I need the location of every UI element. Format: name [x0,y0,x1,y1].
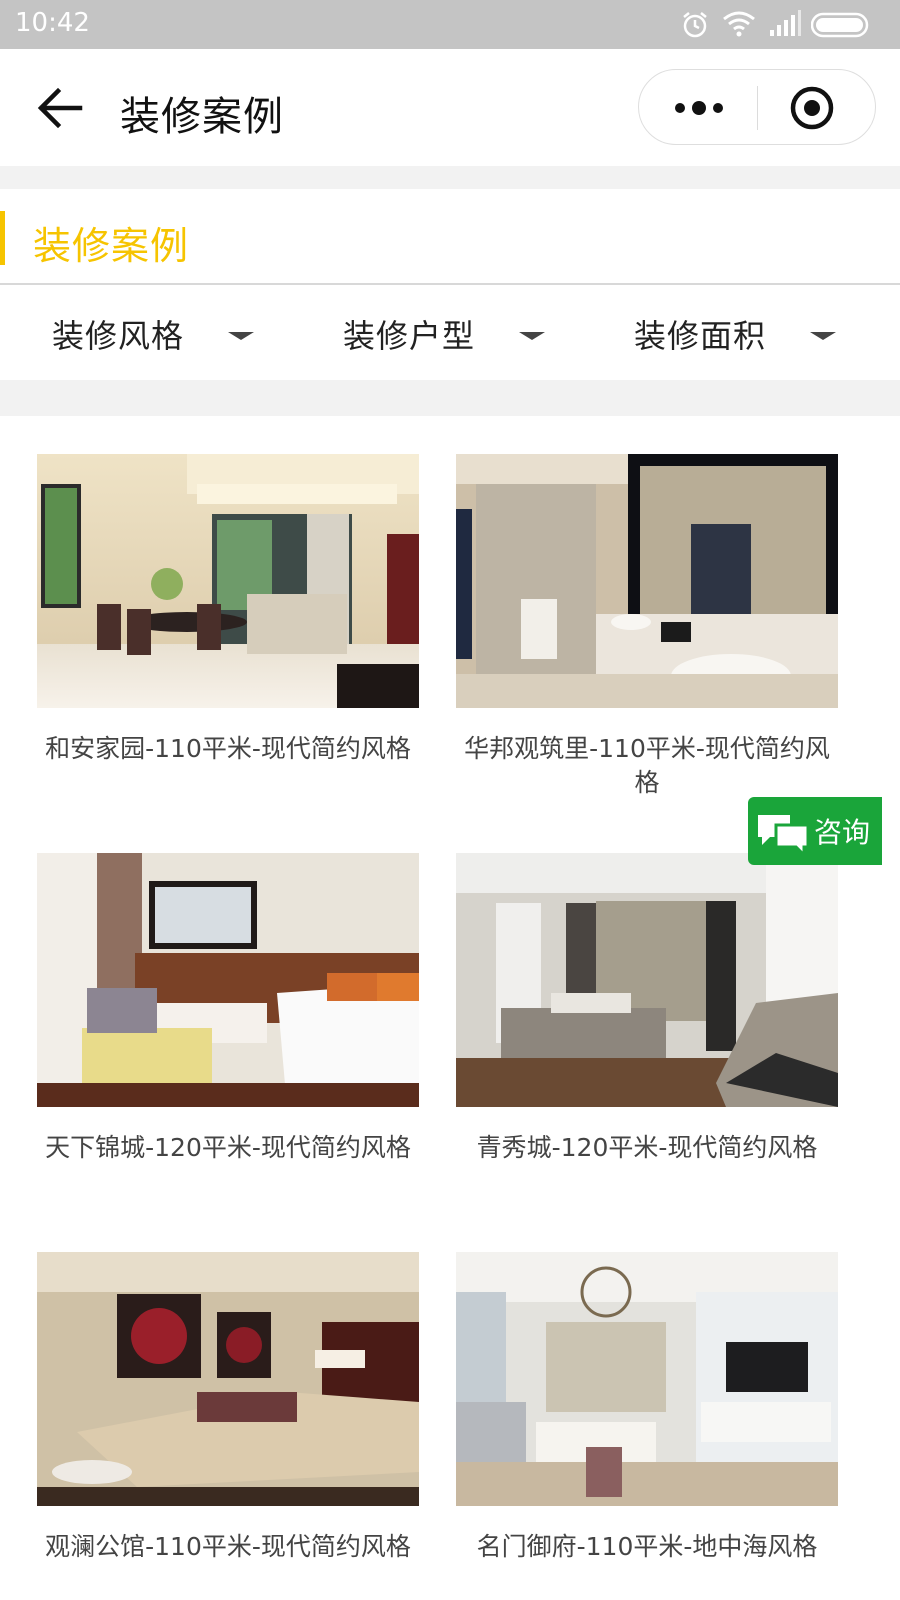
nav-bar: 装修案例 [0,49,900,166]
case-photo[interactable] [37,853,419,1107]
filter-bar: 装修风格 装修户型 装修面积 [0,287,900,380]
case-caption[interactable]: 和安家园-110平米-现代简约风格 [37,732,419,766]
case-card[interactable]: 华邦观筑里-110平米-现代简约风格 [456,454,838,800]
filter-style-label: 装修风格 [52,316,185,355]
case-card[interactable]: 和安家园-110平米-现代简约风格 [37,454,419,766]
status-bar: 10:42 [0,0,900,49]
wifi-icon [723,11,755,37]
alarm-icon [683,12,707,38]
case-caption[interactable]: 天下锦城-120平米-现代简约风格 [37,1131,419,1165]
filter-layout-label: 装修户型 [343,316,476,355]
caret-down-icon [228,331,255,340]
caret-down-icon [519,331,546,340]
separator [0,380,900,416]
case-photo[interactable] [456,454,838,708]
filter-area[interactable]: 装修面积 [634,287,837,380]
close-target-icon[interactable] [789,85,835,131]
accent-bar [0,211,5,265]
separator [0,166,900,189]
case-card[interactable]: 名门御府-110平米-地中海风格 [456,1252,838,1564]
capsule-divider [757,86,758,130]
case-card[interactable]: 青秀城-120平米-现代简约风格 [456,853,838,1165]
consult-button[interactable]: 咨询 [748,797,882,865]
caret-down-icon [810,331,837,340]
signal-icon [770,10,801,36]
miniprogram-capsule [638,69,876,145]
page-title: 装修案例 [120,94,284,140]
back-arrow-icon[interactable] [36,87,84,129]
case-caption[interactable]: 青秀城-120平米-现代简约风格 [456,1131,838,1165]
case-card[interactable]: 天下锦城-120平米-现代简约风格 [37,853,419,1165]
status-time: 10:42 [15,8,90,38]
case-photo[interactable] [37,1252,419,1506]
case-caption[interactable]: 华邦观筑里-110平米-现代简约风格 [456,732,838,800]
more-dots-icon[interactable] [673,96,725,120]
section-header: 装修案例 [0,189,900,285]
case-card[interactable]: 观澜公馆-110平米-现代简约风格 [37,1252,419,1564]
case-caption[interactable]: 名门御府-110平米-地中海风格 [456,1530,838,1564]
battery-icon [811,12,869,38]
case-caption[interactable]: 观澜公馆-110平米-现代简约风格 [37,1530,419,1564]
consult-label: 咨询 [814,816,871,849]
case-photo[interactable] [456,1252,838,1506]
case-photo[interactable] [456,853,838,1107]
case-photo[interactable] [37,454,419,708]
filter-area-label: 装修面积 [634,316,767,355]
chat-bubbles-icon [758,815,810,855]
section-title: 装修案例 [33,224,190,268]
filter-layout[interactable]: 装修户型 [343,287,546,380]
filter-style[interactable]: 装修风格 [52,287,255,380]
